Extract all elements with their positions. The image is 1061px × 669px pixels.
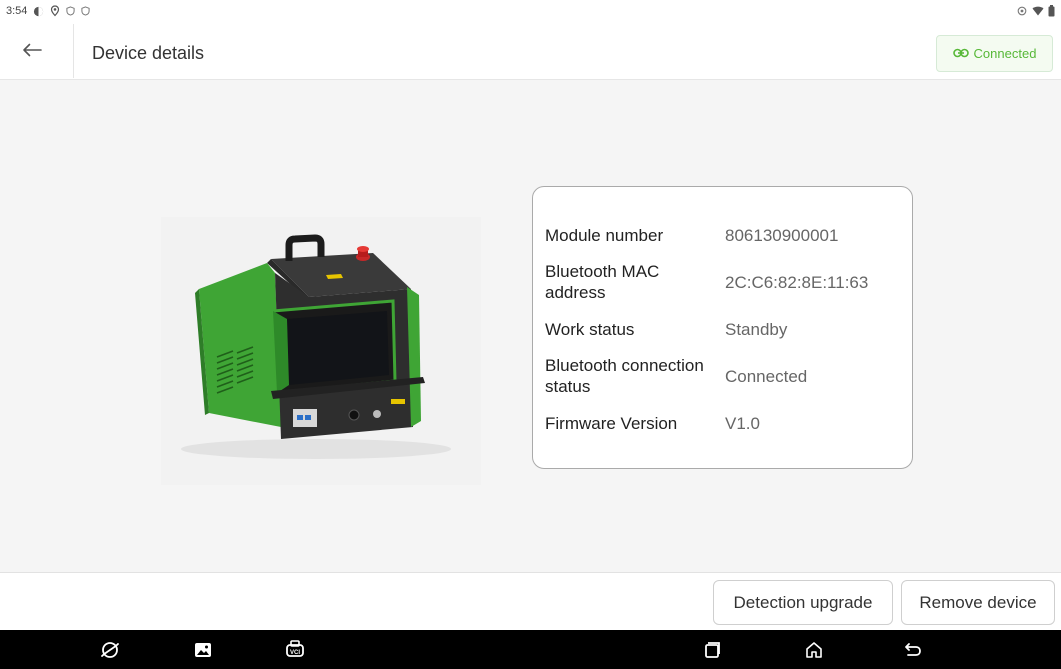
device-info-card: Module number 806130900001 Bluetooth MAC…: [532, 186, 913, 469]
device-image: [161, 217, 481, 485]
header-divider: [73, 24, 74, 78]
connection-status-button[interactable]: Connected: [936, 35, 1053, 72]
battery-icon: [1048, 5, 1055, 17]
gallery-icon[interactable]: [192, 639, 214, 661]
info-value: 2C:C6:82:8E:11:63: [725, 272, 869, 292]
info-label: Bluetooth MAC address: [545, 262, 660, 302]
vci-icon[interactable]: VCI: [284, 639, 306, 661]
arrow-left-icon: [22, 43, 42, 62]
app-header: Device details Connected: [0, 22, 1061, 80]
info-row-module-number: Module number 806130900001: [545, 225, 905, 246]
remove-device-button[interactable]: Remove device: [901, 580, 1055, 625]
recent-apps-icon[interactable]: [701, 639, 723, 661]
info-value: Connected: [725, 366, 808, 386]
info-label: Firmware Version: [545, 414, 678, 433]
info-label: Module number: [545, 226, 664, 245]
info-label: Bluetooth connection status: [545, 356, 704, 396]
info-value: 806130900001: [725, 226, 839, 245]
shield-icon: [81, 6, 91, 16]
link-icon: [952, 46, 969, 61]
info-row-bluetooth-connection: Bluetooth connection status Connected: [545, 355, 905, 397]
shield-icon: [66, 6, 76, 16]
wifi-icon: [1032, 6, 1044, 16]
status-bar: 3:54: [0, 0, 1061, 22]
info-value: V1.0: [725, 414, 760, 433]
location-icon: [50, 5, 60, 17]
back-button[interactable]: [18, 40, 46, 64]
detection-upgrade-button[interactable]: Detection upgrade: [713, 580, 893, 625]
browser-icon[interactable]: [99, 639, 121, 661]
back-nav-icon[interactable]: [902, 639, 924, 661]
status-time: 3:54: [6, 5, 28, 17]
info-row-bluetooth-mac: Bluetooth MAC address 2C:C6:82:8E:11:63: [545, 261, 905, 303]
info-row-firmware-version: Firmware Version V1.0: [545, 413, 905, 434]
connection-status-label: Connected: [973, 46, 1037, 61]
info-row-work-status: Work status Standby: [545, 319, 905, 340]
home-icon[interactable]: [803, 639, 825, 661]
data-saver-icon: [33, 6, 44, 17]
system-nav-bar: VCI: [0, 630, 1061, 669]
info-label: Work status: [545, 320, 635, 339]
svg-text:VCI: VCI: [290, 650, 300, 656]
info-value: Standby: [725, 320, 788, 339]
app-screen: 3:54 Device details Connected Module num…: [0, 0, 1061, 669]
sync-icon: [1016, 6, 1028, 16]
action-footer: Detection upgrade Remove device: [0, 572, 1061, 630]
device-details-content: Module number 806130900001 Bluetooth MAC…: [0, 81, 1061, 572]
page-title: Device details: [92, 43, 205, 63]
